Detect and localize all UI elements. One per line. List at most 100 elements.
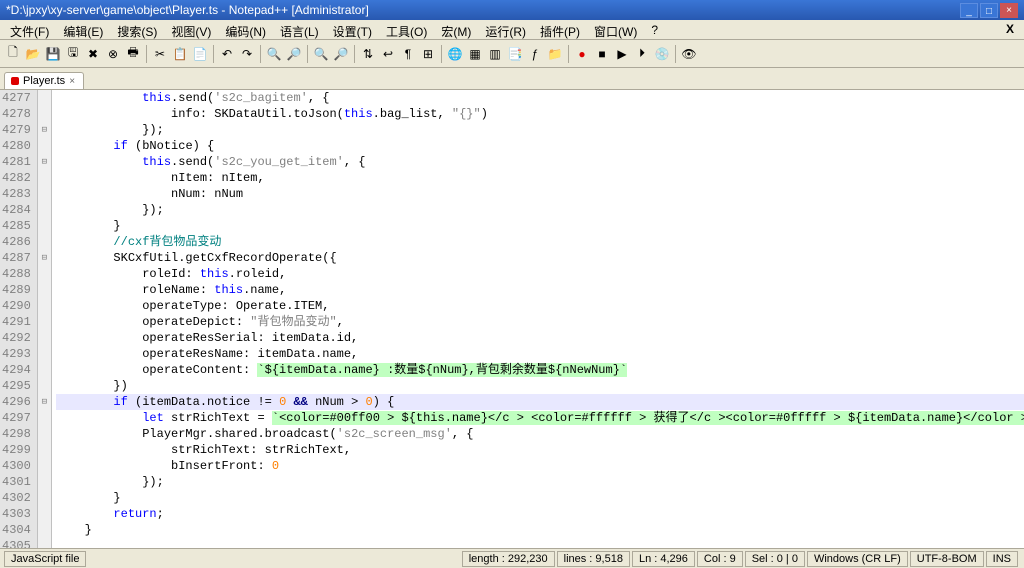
code-line[interactable]: strRichText: strRichText, [56, 442, 1024, 458]
code-line[interactable]: } [56, 522, 1024, 538]
code-line[interactable]: operateResName: itemData.name, [56, 346, 1024, 362]
save-icon[interactable]: 💾 [44, 45, 62, 63]
replace-icon[interactable]: 🔎 [285, 45, 303, 63]
redo-icon[interactable]: ↷ [238, 45, 256, 63]
toolbar-separator [354, 45, 355, 63]
fold-marker[interactable]: ⊟ [38, 122, 51, 138]
zoom-in-icon[interactable]: 🔍 [312, 45, 330, 63]
menu-item-10[interactable]: 插件(P) [534, 22, 586, 37]
menu-item-11[interactable]: 窗口(W) [588, 22, 643, 37]
code-line[interactable]: this.send('s2c_bagitem', { [56, 90, 1024, 106]
code-line[interactable]: operateType: Operate.ITEM, [56, 298, 1024, 314]
code-line[interactable]: SKCxfUtil.getCxfRecordOperate({ [56, 250, 1024, 266]
unfold-all-icon[interactable]: ▥ [486, 45, 504, 63]
record-macro-icon[interactable]: ● [573, 45, 591, 63]
toolbar-separator [260, 45, 261, 63]
zoom-out-icon[interactable]: 🔎 [332, 45, 350, 63]
code-line[interactable]: }); [56, 202, 1024, 218]
menu-item-9[interactable]: 运行(R) [479, 22, 532, 37]
line-number: 4286 [2, 234, 31, 250]
code-line[interactable]: }) [56, 378, 1024, 394]
close-file-icon[interactable]: ✖ [84, 45, 102, 63]
code-line[interactable]: } [56, 218, 1024, 234]
code-line[interactable]: nItem: nItem, [56, 170, 1024, 186]
tab-close-icon[interactable]: × [69, 76, 75, 87]
line-number: 4278 [2, 106, 31, 122]
monitor-icon[interactable]: 👁 [680, 45, 698, 63]
menu-item-6[interactable]: 设置(T) [327, 22, 378, 37]
menu-item-3[interactable]: 视图(V) [165, 22, 217, 37]
code-line[interactable] [56, 538, 1024, 548]
fold-marker [38, 282, 51, 298]
code-line[interactable]: this.send('s2c_you_get_item', { [56, 154, 1024, 170]
code-line[interactable]: roleId: this.roleid, [56, 266, 1024, 282]
fold-marker[interactable]: ⊟ [38, 154, 51, 170]
play-multi-icon[interactable]: ⏵ [633, 45, 651, 63]
code-line[interactable]: }); [56, 122, 1024, 138]
status-sel: Sel : 0 | 0 [745, 551, 805, 567]
fold-marker [38, 298, 51, 314]
undo-icon[interactable]: ↶ [218, 45, 236, 63]
menu-item-1[interactable]: 编辑(E) [57, 22, 109, 37]
cut-icon[interactable]: ✂ [151, 45, 169, 63]
fold-marker[interactable]: ⊟ [38, 250, 51, 266]
code-line[interactable]: return; [56, 506, 1024, 522]
fold-margin[interactable]: ⊟⊟⊟⊟⊟⊟ [38, 90, 52, 548]
line-number: 4304 [2, 522, 31, 538]
print-icon[interactable]: 🖶 [124, 45, 142, 63]
all-chars-icon[interactable]: ¶ [399, 45, 417, 63]
minimize-button[interactable]: _ [960, 3, 978, 18]
stop-macro-icon[interactable]: ■ [593, 45, 611, 63]
lang-icon[interactable]: 🌐 [446, 45, 464, 63]
code-editor[interactable]: 4277427842794280428142824283428442854286… [0, 90, 1024, 548]
menu-close-x[interactable]: X [1000, 22, 1020, 37]
indent-guide-icon[interactable]: ⊞ [419, 45, 437, 63]
code-line[interactable]: if (bNotice) { [56, 138, 1024, 154]
fold-marker[interactable]: ⊟ [38, 394, 51, 410]
menu-item-0[interactable]: 文件(F) [4, 22, 55, 37]
code-line[interactable]: roleName: this.name, [56, 282, 1024, 298]
copy-icon[interactable]: 📋 [171, 45, 189, 63]
code-area[interactable]: this.send('s2c_bagitem', { info: SKDataU… [52, 90, 1024, 548]
close-all-icon[interactable]: ⊗ [104, 45, 122, 63]
sync-scroll-icon[interactable]: ⇅ [359, 45, 377, 63]
doc-map-icon[interactable]: 📑 [506, 45, 524, 63]
menu-item-2[interactable]: 搜索(S) [111, 22, 163, 37]
code-line[interactable]: operateContent: `${itemData.name} :数量${n… [56, 362, 1024, 378]
word-wrap-icon[interactable]: ↩ [379, 45, 397, 63]
maximize-button[interactable]: □ [980, 3, 998, 18]
code-line[interactable]: }); [56, 474, 1024, 490]
code-line[interactable]: info: SKDataUtil.toJson(this.bag_list, "… [56, 106, 1024, 122]
toolbar-separator [675, 45, 676, 63]
save-all-icon[interactable]: 🖫 [64, 45, 82, 63]
code-line[interactable]: let strRichText = `<color=#00ff00 > ${th… [56, 410, 1024, 426]
code-line[interactable]: } [56, 490, 1024, 506]
fold-marker [38, 458, 51, 474]
tab-player-ts[interactable]: Player.ts × [4, 72, 84, 89]
new-file-icon[interactable]: 🗋 [4, 45, 22, 63]
line-number: 4282 [2, 170, 31, 186]
menu-item-8[interactable]: 宏(M) [435, 22, 477, 37]
function-list-icon[interactable]: ƒ [526, 45, 544, 63]
menu-item-12[interactable]: ? [645, 22, 664, 37]
code-line[interactable]: nNum: nNum [56, 186, 1024, 202]
fold-all-icon[interactable]: ▦ [466, 45, 484, 63]
play-macro-icon[interactable]: ▶ [613, 45, 631, 63]
save-macro-icon[interactable]: 💿 [653, 45, 671, 63]
paste-icon[interactable]: 📄 [191, 45, 209, 63]
code-line[interactable]: if (itemData.notice != 0 && nNum > 0) { [56, 394, 1024, 410]
open-file-icon[interactable]: 📂 [24, 45, 42, 63]
find-icon[interactable]: 🔍 [265, 45, 283, 63]
menu-item-5[interactable]: 语言(L) [274, 22, 325, 37]
code-line[interactable]: //cxf背包物品变动 [56, 234, 1024, 250]
menu-item-7[interactable]: 工具(O) [380, 22, 433, 37]
code-line[interactable]: operateDepict: "背包物品变动", [56, 314, 1024, 330]
code-line[interactable]: PlayerMgr.shared.broadcast('s2c_screen_m… [56, 426, 1024, 442]
menu-item-4[interactable]: 编码(N) [219, 22, 272, 37]
code-line[interactable]: operateResSerial: itemData.id, [56, 330, 1024, 346]
fold-marker [38, 490, 51, 506]
code-line[interactable]: bInsertFront: 0 [56, 458, 1024, 474]
folder-view-icon[interactable]: 📁 [546, 45, 564, 63]
close-window-button[interactable]: × [1000, 3, 1018, 18]
line-number: 4299 [2, 442, 31, 458]
